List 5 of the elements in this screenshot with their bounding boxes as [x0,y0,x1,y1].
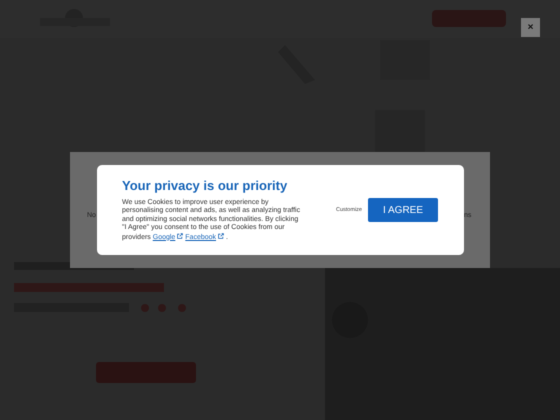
close-button[interactable]: × [521,18,540,37]
external-link-icon [177,232,184,239]
external-link-icon [218,232,224,239]
agree-button[interactable]: I AGREE [368,198,438,222]
dialog-title: Your privacy is our priority [122,178,288,194]
